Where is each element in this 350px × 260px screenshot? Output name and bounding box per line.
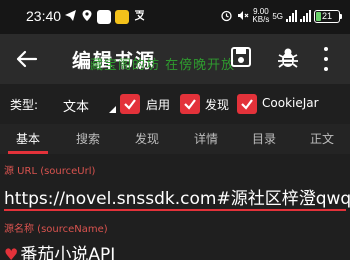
bluetooth-icon bbox=[97, 10, 111, 24]
network-type: 5G bbox=[272, 11, 283, 21]
cookiejar-checkbox[interactable] bbox=[237, 94, 257, 114]
source-name-label: 源名称 (sourceName) bbox=[4, 224, 108, 235]
battery-level: 21 bbox=[321, 10, 332, 21]
speed-unit: KB/s bbox=[252, 15, 270, 24]
check-icon bbox=[241, 99, 253, 110]
save-icon bbox=[231, 47, 251, 67]
watermark-text: 藏宝阁的坊 在傍晚开放 bbox=[90, 58, 236, 73]
translate-icon bbox=[133, 9, 146, 26]
more-menu-button[interactable] bbox=[322, 47, 330, 71]
network-speed: 9.00 KB/s bbox=[252, 8, 269, 24]
more-dot-icon bbox=[324, 57, 328, 61]
location-icon bbox=[81, 9, 93, 26]
signal-icon-2 bbox=[300, 10, 311, 22]
arrow-left-icon bbox=[16, 50, 38, 68]
dropdown-caret-icon bbox=[109, 106, 116, 113]
enabled-checkbox[interactable] bbox=[120, 94, 140, 114]
tab-content[interactable]: 正文 bbox=[310, 130, 334, 147]
enabled-label: 启用 bbox=[146, 98, 171, 112]
source-name-input[interactable]: ♥ 番茄小说API bbox=[4, 240, 115, 260]
save-button[interactable] bbox=[230, 46, 252, 68]
source-url-input[interactable]: https://novel.snssdk.com#源社区梓澄qwq bbox=[4, 184, 350, 209]
type-label: 类型: bbox=[10, 98, 39, 112]
debug-button[interactable] bbox=[276, 46, 300, 70]
cookiejar-label: CookieJar bbox=[262, 96, 319, 110]
tab-toc[interactable]: 目录 bbox=[252, 130, 276, 147]
options-row: 类型: 文本 启用 发现 CookieJar bbox=[0, 84, 350, 124]
status-clock: 23:40 bbox=[26, 8, 62, 24]
battery-icon: 21 bbox=[314, 9, 342, 23]
tab-basic[interactable]: 基本 bbox=[16, 130, 40, 147]
signal-icon bbox=[286, 10, 297, 22]
tab-discover[interactable]: 发现 bbox=[135, 130, 159, 147]
form-basic: 源 URL (sourceUrl) https://novel.snssdk.c… bbox=[0, 154, 350, 260]
type-select[interactable]: 文本 bbox=[60, 92, 118, 116]
source-url-underline bbox=[4, 209, 346, 211]
tab-detail[interactable]: 详情 bbox=[194, 130, 218, 147]
check-icon bbox=[124, 99, 136, 110]
back-button[interactable] bbox=[14, 46, 40, 72]
bug-icon bbox=[278, 48, 298, 68]
mute-icon bbox=[236, 9, 249, 24]
notes-icon bbox=[115, 10, 129, 24]
alarm-icon bbox=[220, 9, 233, 24]
tab-search[interactable]: 搜索 bbox=[76, 130, 100, 147]
more-dot-icon bbox=[324, 47, 328, 51]
heart-icon: ♥ bbox=[4, 245, 19, 260]
toolbar: 编辑书源 藏宝阁的坊 在傍晚开放 bbox=[0, 34, 350, 84]
tab-bar: 基本 搜索 发现 详情 目录 正文 bbox=[0, 124, 350, 154]
discover-label: 发现 bbox=[205, 98, 230, 112]
system-icons: 9.00 KB/s 5G 21 bbox=[220, 6, 342, 26]
check-icon bbox=[184, 99, 196, 110]
source-name-text: 番茄小说API bbox=[20, 245, 116, 260]
type-select-value: 文本 bbox=[63, 100, 90, 115]
discover-checkbox[interactable] bbox=[180, 94, 200, 114]
telegram-icon bbox=[64, 9, 77, 26]
source-url-label: 源 URL (sourceUrl) bbox=[4, 166, 96, 177]
more-dot-icon bbox=[324, 67, 328, 71]
status-bar: 23:40 9.00 KB/s 5G 21 bbox=[0, 0, 350, 34]
notification-icons bbox=[64, 8, 146, 26]
